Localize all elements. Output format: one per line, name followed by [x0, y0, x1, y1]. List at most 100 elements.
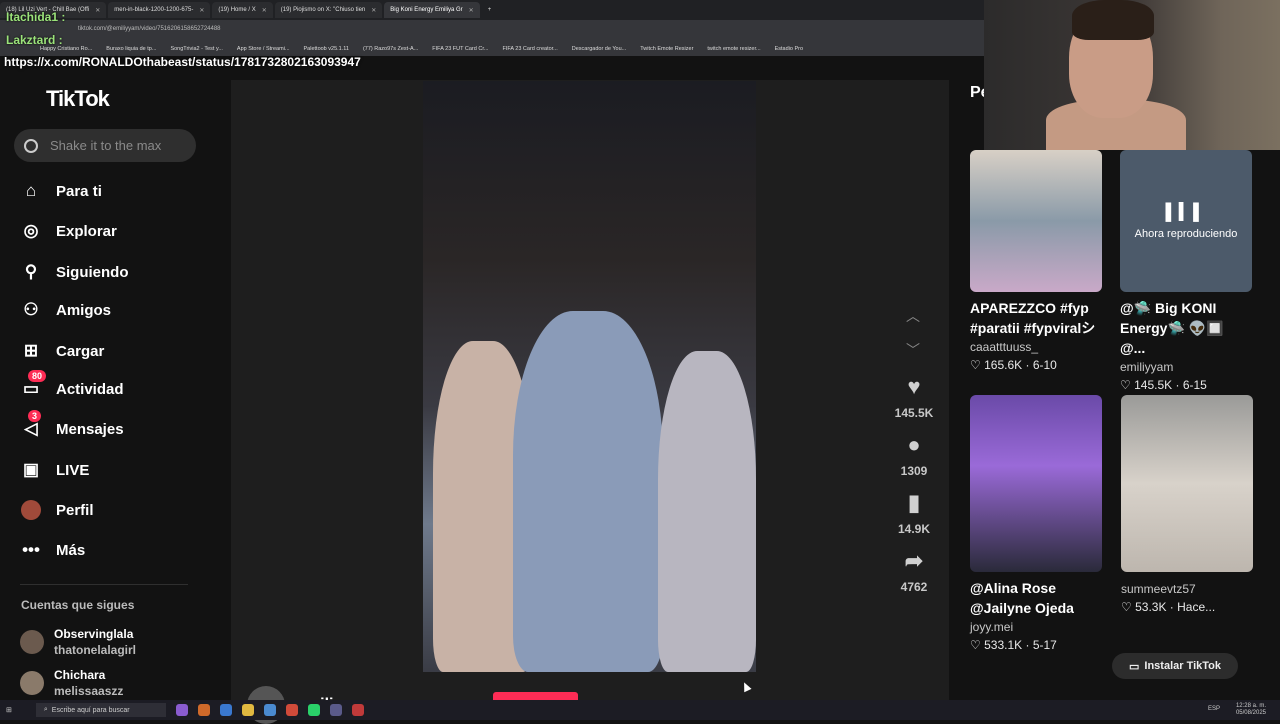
windows-start-icon[interactable]: ⊞ [6, 706, 12, 714]
nav-item-siguiendo[interactable]: ⚲ Siguiendo [20, 261, 129, 283]
comment-icon: ● [907, 432, 921, 457]
language-indicator[interactable]: ESP [1208, 706, 1220, 712]
nav-item-cargar[interactable]: ⊞ Cargar [20, 340, 104, 362]
home-icon: ⌂ [25, 181, 37, 200]
bookmark[interactable]: Estadio Pro [775, 46, 803, 52]
browser-tab[interactable]: (19) Piojismo on X: "Chiuso tien ✕ [274, 2, 383, 18]
bookmark[interactable]: Palettoob v25.1.11 [304, 46, 349, 52]
nav-item-amigos[interactable]: ⚇ Amigos [20, 299, 111, 321]
account-name: Chichara [54, 668, 106, 682]
app-icon[interactable] [197, 704, 210, 716]
install-tiktok-button[interactable]: ▭ Instalar TikTok [1112, 653, 1238, 679]
heart-icon: ♡ [970, 638, 981, 652]
chevron-down-icon[interactable]: ﹀ [906, 340, 920, 360]
nav-item-para-ti[interactable]: ⌂ Para ti [20, 180, 102, 202]
compass-icon: ◎ [23, 221, 39, 240]
bookmark[interactable]: (77) Razo97s Zest-A... [363, 46, 418, 52]
url-field[interactable]: tiktok.com/@emiliyyam/video/751620615865… [78, 26, 221, 32]
taskbar-search[interactable]: ⌕ Escribe aquí para buscar [35, 703, 166, 717]
nav-item-explorar[interactable]: ◎ Explorar [20, 220, 117, 242]
nav-item-mas[interactable]: ••• Más [20, 539, 85, 561]
card-user[interactable]: emiliyyam [1120, 360, 1252, 374]
browser-tab[interactable]: men-in-black-1200-1200-675- ✕ [108, 2, 211, 18]
nav-label: LIVE [56, 461, 90, 479]
close-icon[interactable]: ✕ [371, 7, 376, 14]
system-clock[interactable]: 12:28 a. m. 05/08/2025 [1236, 703, 1266, 717]
nav-label: Cargar [56, 342, 105, 360]
heart-icon: ♥ [907, 374, 921, 399]
nav-item-live[interactable]: ▣ LIVE [20, 459, 89, 481]
card-user[interactable]: summeevtz57 [1121, 582, 1253, 596]
search-input[interactable]: Shake it to the max [14, 129, 196, 162]
upload-icon: ⊞ [23, 341, 39, 360]
video-card[interactable]: APAREZZCO #fyp #paratii #fypviralシ caaat… [970, 150, 1102, 372]
close-icon[interactable]: ✕ [199, 7, 204, 14]
share-icon: ➦ [904, 548, 924, 573]
card-user[interactable]: joyy.mei [970, 620, 1102, 634]
comment-count: 1309 [900, 464, 928, 478]
bookmark[interactable]: Descargador de You... [572, 46, 626, 52]
taskbar-search-placeholder: Escribe aquí para buscar [51, 706, 130, 714]
clock-time: 12:28 a. m. [1235, 703, 1266, 709]
spotify-icon[interactable] [307, 704, 320, 716]
video-thumbnail[interactable] [1121, 395, 1253, 572]
app-icon[interactable] [175, 704, 188, 716]
browser-tab-active[interactable]: Big Koni Energy Emiliya Gr ✕ [384, 2, 480, 18]
share-button[interactable]: ➦ 4762 [893, 546, 935, 594]
nav-item-mensajes[interactable]: ◁ 3 Mensajes [20, 410, 124, 440]
app-icon[interactable] [329, 704, 342, 716]
save-button[interactable]: ▮ 14.9K [893, 488, 935, 536]
video-thumbnail[interactable] [970, 395, 1102, 572]
video-frame[interactable] [423, 81, 756, 672]
card-caption: APAREZZCO #fyp #paratii #fypviralシ [970, 300, 1096, 336]
avatar [20, 671, 44, 695]
account-handle: thatonelalagirl [54, 643, 137, 657]
bookmark[interactable]: FIFA 23 FUT Card Cr... [432, 46, 488, 52]
edge-icon[interactable] [219, 704, 232, 716]
card-date: 6-15 [1182, 378, 1207, 392]
followed-account[interactable]: Observinglala thatonelalagirl [20, 626, 136, 658]
video-card-now-playing[interactable]: ▌▍▌ Ahora reproduciendo @🛸 Big KONI Energ… [1120, 150, 1252, 392]
live-icon: ▣ [22, 460, 40, 479]
following-section-title: Cuentas que sigues [21, 598, 135, 612]
monitor-icon: ▭ [1128, 660, 1140, 673]
share-count: 4762 [900, 580, 928, 594]
close-icon[interactable]: ✕ [95, 7, 100, 14]
nav-item-actividad[interactable]: ▭ 80 Actividad [20, 370, 124, 400]
nav-label: Más [56, 541, 86, 559]
heart-icon: ♡ [1121, 600, 1132, 614]
video-figure [513, 311, 663, 672]
folder-icon[interactable] [241, 704, 254, 716]
tab-title: men-in-black-1200-1200-675- [114, 7, 194, 13]
card-user[interactable]: caaatttuuss_ [970, 340, 1102, 354]
video-card[interactable]: @Alina Rose @Jailyne Ojeda joyy.mei ♡ 53… [970, 395, 1102, 652]
audio-bars-icon: ▌▍▌ [1165, 204, 1207, 221]
like-button[interactable]: ♥ 145.5K [893, 372, 935, 420]
more-icon: ••• [22, 540, 40, 559]
bookmark[interactable]: FIFA 23 Card creator... [502, 46, 557, 52]
nav-item-perfil[interactable]: Perfil [20, 499, 94, 521]
tiktok-logo[interactable]: TikTok [46, 86, 110, 112]
new-tab-button[interactable]: + [482, 2, 498, 18]
app-icon[interactable] [263, 704, 276, 716]
account-handle: melissaaszz [54, 684, 124, 698]
video-card[interactable]: summeevtz57 ♡ 53.3K · Hace... [1121, 395, 1253, 614]
browser-tab[interactable]: (19) Home / X ✕ [212, 2, 273, 18]
account-name: Observinglala [54, 627, 134, 641]
card-caption: @🛸 Big KONI Energy🛸 👽🔲 @... [1120, 300, 1224, 356]
bookmark[interactable]: SongTrivia2 - Test y... [170, 46, 222, 52]
chevron-up-icon[interactable]: ︿ [906, 306, 920, 326]
close-icon[interactable]: ✕ [262, 7, 267, 14]
bookmark[interactable]: App Store / Streami... [237, 46, 290, 52]
bookmark[interactable]: Buraxo liquia de tp... [106, 46, 156, 52]
followed-account[interactable]: Chichara melissaaszz [20, 667, 123, 699]
chrome-icon[interactable] [285, 704, 298, 716]
clock-date: 05/08/2025 [1235, 710, 1266, 716]
video-thumbnail[interactable]: ▌▍▌ Ahora reproduciendo [1120, 150, 1252, 292]
comment-button[interactable]: ● 1309 [893, 430, 935, 478]
bookmark[interactable]: Twitch Emote Resizer [640, 46, 693, 52]
video-thumbnail[interactable] [970, 150, 1102, 292]
close-icon[interactable]: ✕ [469, 7, 474, 14]
app-icon[interactable] [351, 704, 364, 716]
bookmark[interactable]: twitch emote resizer... [707, 46, 760, 52]
